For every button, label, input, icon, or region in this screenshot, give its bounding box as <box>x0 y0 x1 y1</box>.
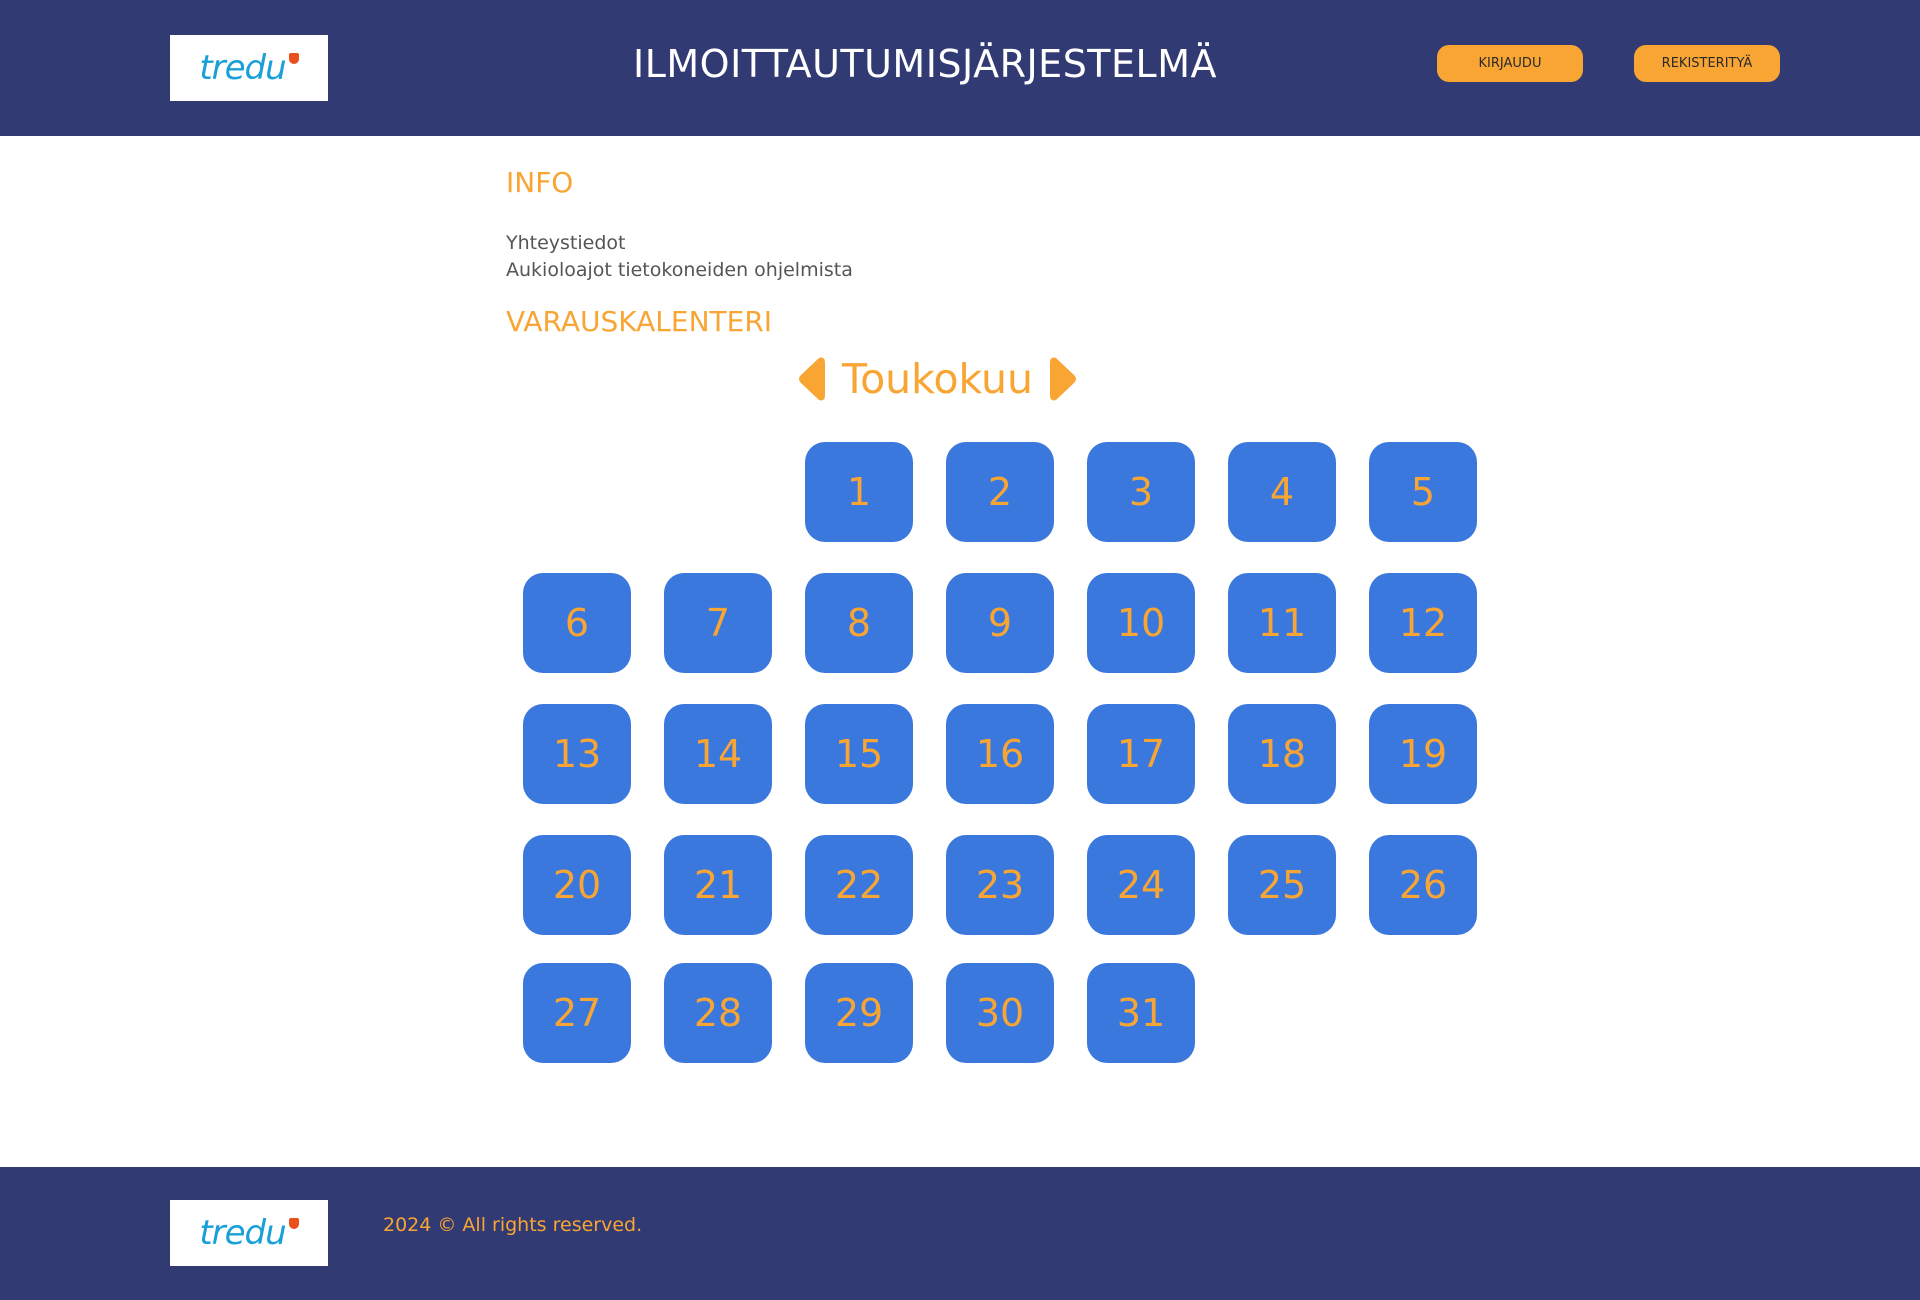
month-navigation: Toukokuu <box>795 355 1080 405</box>
calendar-day-14[interactable]: 14 <box>664 704 772 804</box>
calendar-day-10[interactable]: 10 <box>1087 573 1195 673</box>
tredu-logo[interactable]: tredu <box>170 35 328 101</box>
opening-hours-link[interactable]: Aukioloajot tietokoneiden ohjelmista <box>506 259 853 281</box>
previous-month-arrow-icon[interactable] <box>795 356 827 402</box>
calendar-day-1[interactable]: 1 <box>805 442 913 542</box>
calendar-day-27[interactable]: 27 <box>523 963 631 1063</box>
calendar-day-12[interactable]: 12 <box>1369 573 1477 673</box>
calendar-day-29[interactable]: 29 <box>805 963 913 1063</box>
calendar-day-17[interactable]: 17 <box>1087 704 1195 804</box>
login-button[interactable]: KIRJAUDU <box>1437 45 1583 82</box>
calendar-day-21[interactable]: 21 <box>664 835 772 935</box>
footer-logo-crest-icon <box>288 1217 299 1229</box>
logo-crest-icon <box>288 52 299 64</box>
calendar-day-3[interactable]: 3 <box>1087 442 1195 542</box>
calendar-day-24[interactable]: 24 <box>1087 835 1195 935</box>
page-title: ILMOITTAUTUMISJÄRJESTELMÄ <box>633 42 1217 86</box>
calendar-day-23[interactable]: 23 <box>946 835 1054 935</box>
calendar-day-8[interactable]: 8 <box>805 573 913 673</box>
calendar-day-6[interactable]: 6 <box>523 573 631 673</box>
info-heading: INFO <box>506 166 574 199</box>
calendar-day-25[interactable]: 25 <box>1228 835 1336 935</box>
register-button[interactable]: REKISTERITYÄ <box>1634 45 1780 82</box>
calendar-day-5[interactable]: 5 <box>1369 442 1477 542</box>
footer-tredu-logo[interactable]: tredu <box>170 1200 328 1266</box>
calendar-day-18[interactable]: 18 <box>1228 704 1336 804</box>
calendar-day-16[interactable]: 16 <box>946 704 1054 804</box>
copyright-text: 2024 © All rights reserved. <box>383 1214 643 1236</box>
calendar-day-28[interactable]: 28 <box>664 963 772 1063</box>
footer-logo-text: tredu <box>199 1213 286 1253</box>
calendar-day-20[interactable]: 20 <box>523 835 631 935</box>
calendar-day-9[interactable]: 9 <box>946 573 1054 673</box>
current-month-label: Toukokuu <box>842 355 1033 403</box>
calendar-day-30[interactable]: 30 <box>946 963 1054 1063</box>
calendar-day-15[interactable]: 15 <box>805 704 913 804</box>
calendar-day-7[interactable]: 7 <box>664 573 772 673</box>
calendar-day-22[interactable]: 22 <box>805 835 913 935</box>
calendar-day-31[interactable]: 31 <box>1087 963 1195 1063</box>
calendar-day-26[interactable]: 26 <box>1369 835 1477 935</box>
calendar-heading: VARAUSKALENTERI <box>506 305 773 338</box>
next-month-arrow-icon[interactable] <box>1048 356 1080 402</box>
calendar-day-2[interactable]: 2 <box>946 442 1054 542</box>
logo-text: tredu <box>199 48 286 88</box>
calendar-day-11[interactable]: 11 <box>1228 573 1336 673</box>
contact-info-link[interactable]: Yhteystiedot <box>506 232 625 254</box>
calendar-day-4[interactable]: 4 <box>1228 442 1336 542</box>
calendar-day-19[interactable]: 19 <box>1369 704 1477 804</box>
calendar-day-13[interactable]: 13 <box>523 704 631 804</box>
